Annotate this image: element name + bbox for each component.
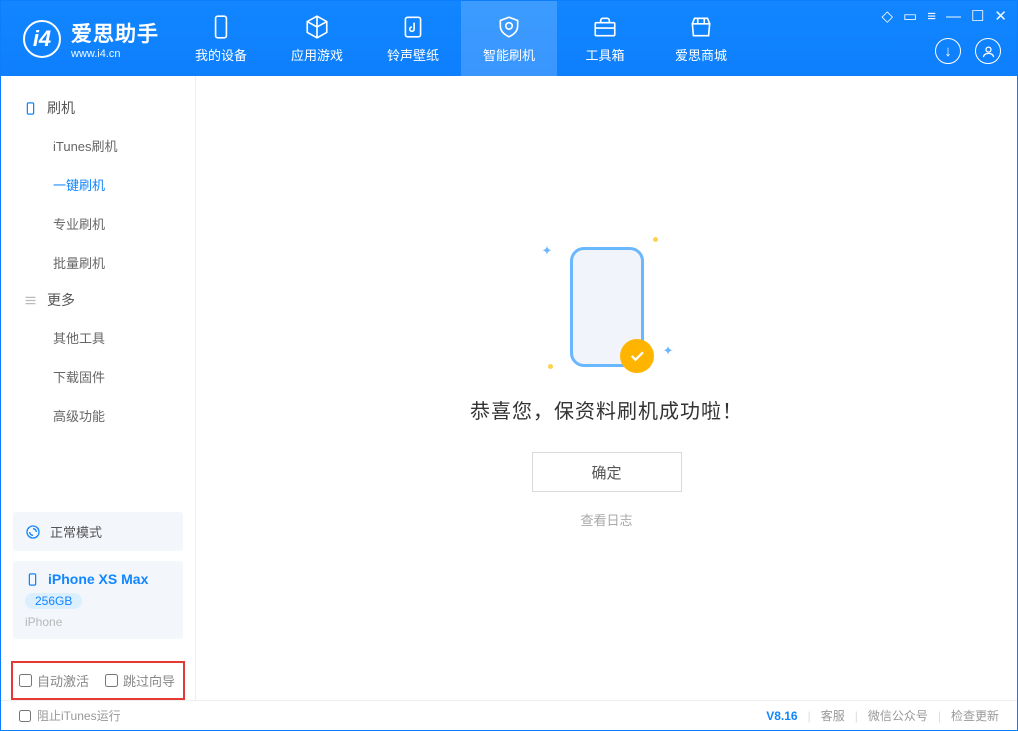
- sidebar-section-flash: 刷机: [1, 90, 195, 126]
- checkbox-auto-activate[interactable]: 自动激活: [19, 671, 89, 690]
- version-label: V8.16: [766, 709, 797, 723]
- minimize-button[interactable]: —: [946, 8, 961, 25]
- device-mode[interactable]: 正常模式: [13, 512, 183, 551]
- footer-link-support[interactable]: 客服: [821, 707, 845, 724]
- app-name-cn: 爱思助手: [71, 18, 159, 48]
- checkbox-block-itunes[interactable]: 阻止iTunes运行: [19, 707, 121, 724]
- success-illustration: ✦ ✦: [570, 247, 644, 367]
- checkbox-skip-guide[interactable]: 跳过向导: [105, 671, 175, 690]
- nav-my-device[interactable]: 我的设备: [173, 1, 269, 76]
- app-name-en: www.i4.cn: [71, 48, 159, 60]
- nav-store[interactable]: 爱思商城: [653, 1, 749, 76]
- store-icon: [687, 13, 715, 41]
- device-panel: 正常模式 iPhone XS Max 256GB iPhone: [1, 512, 195, 653]
- sidebar-item-oneclick-flash[interactable]: 一键刷机: [1, 165, 195, 204]
- highlighted-options: 自动激活 跳过向导: [11, 661, 185, 700]
- phone-outline-icon: [25, 572, 40, 587]
- header: i4 爱思助手 www.i4.cn 我的设备 应用游戏 铃声壁纸 智能刷机: [1, 1, 1017, 76]
- sidebar-item-itunes-flash[interactable]: iTunes刷机: [1, 126, 195, 165]
- logo-icon: i4: [23, 20, 61, 58]
- device-icon: [207, 13, 235, 41]
- sidebar: 刷机 iTunes刷机 一键刷机 专业刷机 批量刷机 更多 其他工具 下载固件 …: [1, 76, 196, 700]
- sidebar-item-other-tools[interactable]: 其他工具: [1, 318, 195, 357]
- sidebar-section-more: 更多: [1, 282, 195, 318]
- download-button[interactable]: ↓: [935, 38, 961, 64]
- account-button[interactable]: [975, 38, 1001, 64]
- main-content: ✦ ✦ 恭喜您，保资料刷机成功啦！ 确定 查看日志: [196, 76, 1017, 700]
- sidebar-item-download-firmware[interactable]: 下载固件: [1, 357, 195, 396]
- sidebar-item-pro-flash[interactable]: 专业刷机: [1, 204, 195, 243]
- footer-link-update[interactable]: 检查更新: [951, 707, 999, 724]
- toolbox-icon: [591, 13, 619, 41]
- close-button[interactable]: ✕: [994, 7, 1007, 25]
- nav-ringtone-wallpaper[interactable]: 铃声壁纸: [365, 1, 461, 76]
- device-info[interactable]: iPhone XS Max 256GB iPhone: [13, 561, 183, 639]
- phone-icon: [23, 101, 38, 116]
- check-icon: [620, 339, 654, 373]
- nav-toolbox[interactable]: 工具箱: [557, 1, 653, 76]
- cube-icon: [303, 13, 331, 41]
- view-log-link[interactable]: 查看日志: [580, 510, 632, 529]
- ok-button[interactable]: 确定: [532, 452, 682, 492]
- nav-apps-games[interactable]: 应用游戏: [269, 1, 365, 76]
- sidebar-item-batch-flash[interactable]: 批量刷机: [1, 243, 195, 282]
- main-nav: 我的设备 应用游戏 铃声壁纸 智能刷机 工具箱 爱思商城: [173, 1, 749, 76]
- theme-icon[interactable]: ◇: [881, 7, 893, 25]
- note-icon[interactable]: ▭: [903, 7, 917, 25]
- nav-smart-flash[interactable]: 智能刷机: [461, 1, 557, 76]
- sync-icon: [25, 524, 41, 540]
- footer-link-wechat[interactable]: 微信公众号: [868, 707, 928, 724]
- window-controls-top: ◇ ▭ ≡ — ☐ ✕: [881, 7, 1007, 25]
- device-storage-badge: 256GB: [25, 593, 82, 609]
- success-message: 恭喜您，保资料刷机成功啦！: [470, 395, 743, 424]
- maximize-button[interactable]: ☐: [971, 7, 984, 25]
- music-file-icon: [399, 13, 427, 41]
- footer: 阻止iTunes运行 V8.16 | 客服 | 微信公众号 | 检查更新: [1, 700, 1017, 730]
- header-action-buttons: ↓: [935, 38, 1001, 64]
- shield-icon: [495, 13, 523, 41]
- sidebar-item-advanced[interactable]: 高级功能: [1, 396, 195, 435]
- app-logo: i4 爱思助手 www.i4.cn: [1, 18, 173, 60]
- menu-icon[interactable]: ≡: [927, 8, 936, 25]
- list-icon: [23, 293, 38, 308]
